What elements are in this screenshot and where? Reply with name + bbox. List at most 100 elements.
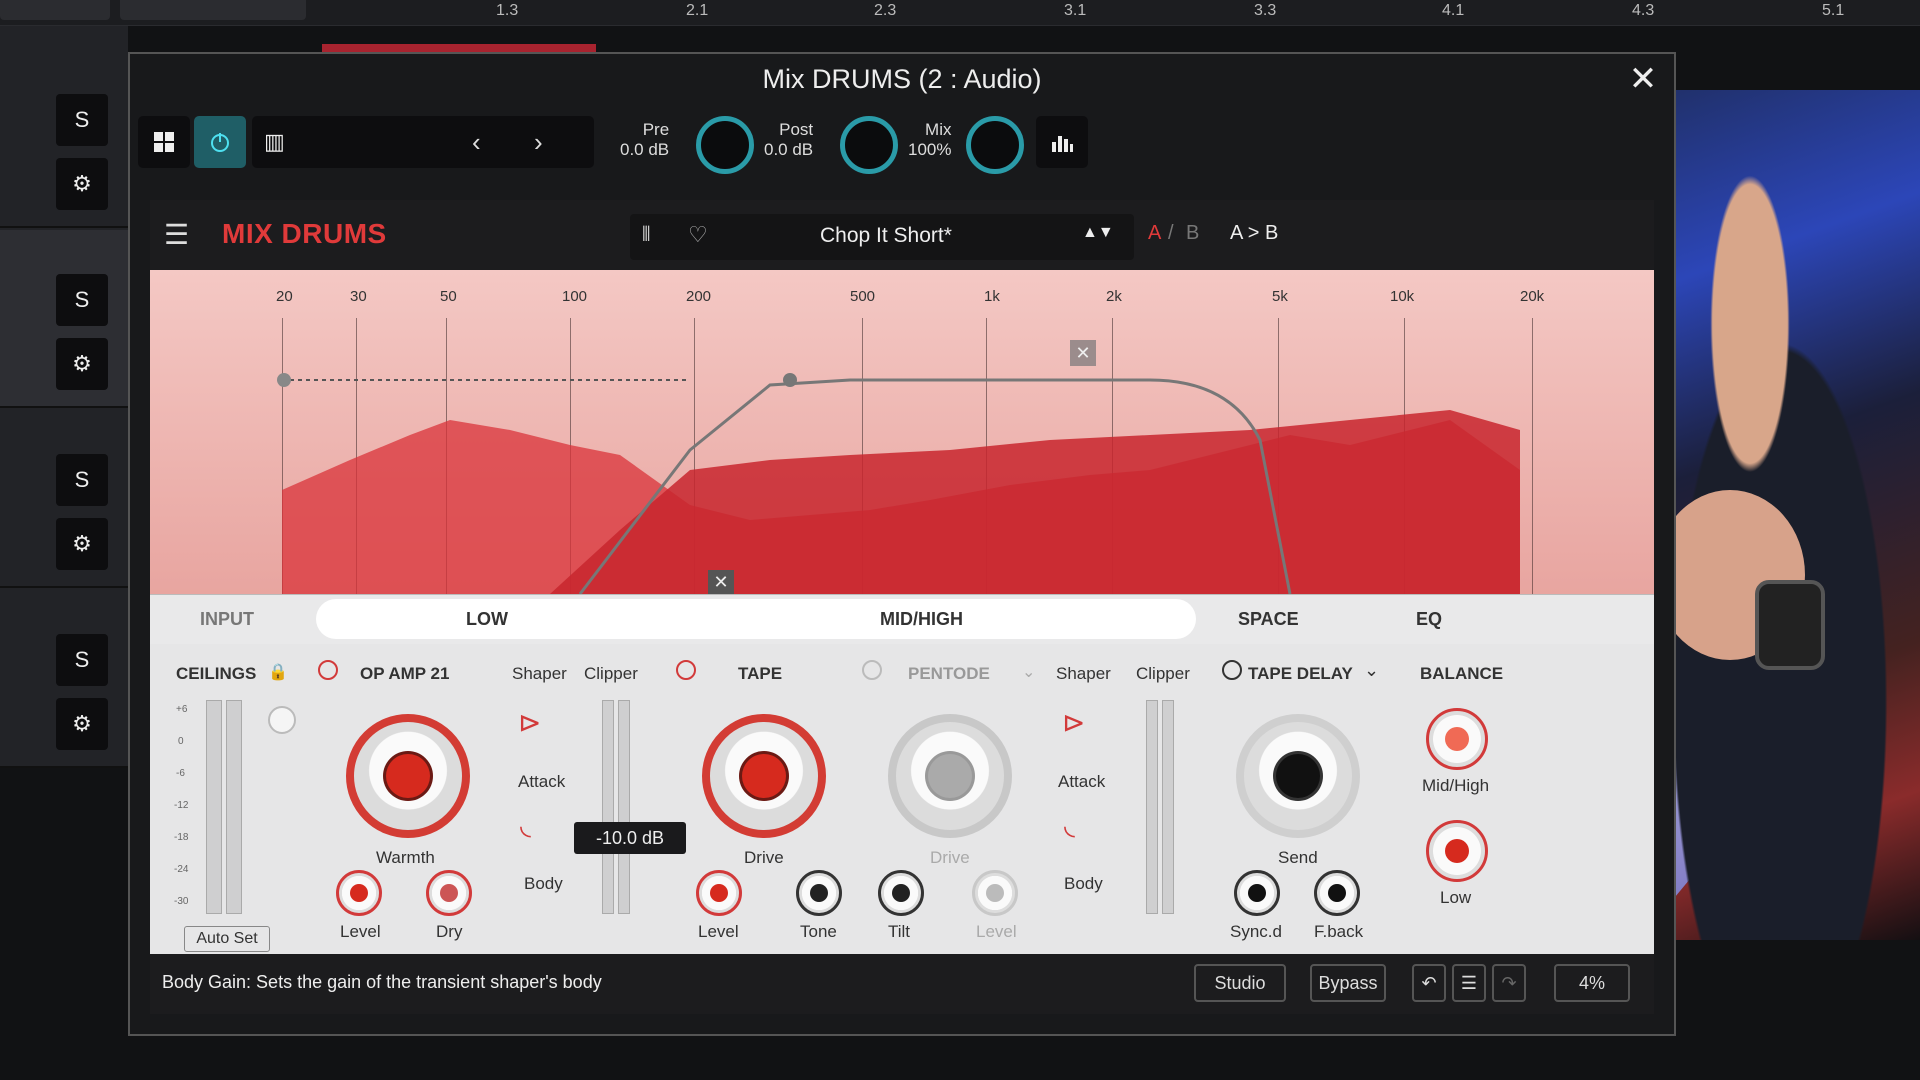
delay-send-knob[interactable] xyxy=(1236,714,1360,838)
studio-button[interactable]: Studio xyxy=(1194,964,1286,1002)
balance-low-knob[interactable] xyxy=(1426,820,1488,882)
solo-button[interactable]: S xyxy=(56,454,108,506)
tape-drive-knob[interactable] xyxy=(702,714,826,838)
filter-node-hp[interactable]: ✕ xyxy=(1070,340,1096,366)
opamp-dry-knob[interactable] xyxy=(426,870,472,916)
tab-low[interactable]: LOW xyxy=(466,609,508,630)
chevron-down-icon[interactable]: ⌄ xyxy=(1364,660,1379,681)
grid-icon[interactable] xyxy=(138,116,190,168)
close-icon[interactable]: ✕ xyxy=(1626,62,1660,96)
auto-set-button[interactable]: Auto Set xyxy=(184,926,270,952)
pentode-attack-label: Attack xyxy=(1058,772,1106,791)
pentode-attack-shaper-icon[interactable]: ⊳ xyxy=(1062,706,1085,739)
gear-icon[interactable]: ⚙ xyxy=(56,518,108,570)
warmth-knob[interactable] xyxy=(346,714,470,838)
tab-space[interactable]: SPACE xyxy=(1238,609,1299,630)
spectrum-display[interactable]: 20 30 50 100 200 500 1k 2k 5k 10k 20k ✕ … xyxy=(150,270,1654,594)
timeline-ruler[interactable]: 1.3 2.1 2.3 3.1 3.3 4.1 4.3 5.1 xyxy=(0,0,1920,26)
bypass-button[interactable]: Bypass xyxy=(1310,964,1386,1002)
plugin-header: ☰ MIX DRUMS ⫴ ♡ Chop It Short* ▲▼ A / B … xyxy=(150,200,1654,270)
opamp-attack-label: Attack xyxy=(518,772,566,791)
solo-button[interactable]: S xyxy=(56,634,108,686)
mix-readout: Mix 100% xyxy=(908,120,951,160)
next-preset-button[interactable]: › xyxy=(534,127,543,158)
track-header[interactable]: S ⚙ xyxy=(0,410,128,588)
solo-button[interactable]: S xyxy=(56,274,108,326)
pentode-body-shaper-icon[interactable]: ◟ xyxy=(1064,808,1075,841)
delay-sync-knob[interactable] xyxy=(1234,870,1280,916)
tape-drive-label: Drive xyxy=(744,848,784,867)
post-gain-knob[interactable] xyxy=(840,116,898,174)
tab-eq[interactable]: EQ xyxy=(1416,609,1442,630)
preset-selector[interactable]: ⫴ ♡ Chop It Short* ▲▼ xyxy=(630,214,1134,260)
tape-power-icon[interactable] xyxy=(676,660,696,680)
pentode-power-icon[interactable] xyxy=(862,660,882,680)
scale-label: -12 xyxy=(174,800,189,811)
solo-button[interactable]: S xyxy=(56,94,108,146)
tab-input[interactable]: INPUT xyxy=(200,609,254,630)
prev-preset-button[interactable]: ‹ xyxy=(472,127,481,158)
ab-slot-b[interactable]: B xyxy=(1186,222,1199,245)
tab-midhigh[interactable]: MID/HIGH xyxy=(880,609,963,630)
gear-icon[interactable]: ⚙ xyxy=(56,338,108,390)
status-bar: Body Gain: Sets the gain of the transien… xyxy=(150,954,1654,1014)
preset-updown-icon[interactable]: ▲▼ xyxy=(1082,224,1114,242)
status-help-text: Body Gain: Sets the gain of the transien… xyxy=(162,972,602,992)
history-list-icon[interactable]: ☰ xyxy=(1452,964,1486,1002)
gear-icon[interactable]: ⚙ xyxy=(56,158,108,210)
zoom-readout[interactable]: 4% xyxy=(1554,964,1630,1002)
input-meter-left xyxy=(206,700,222,914)
tape-level-knob[interactable] xyxy=(696,870,742,916)
post-value: 0.0 dB xyxy=(764,140,814,159)
tape-tilt-knob[interactable] xyxy=(878,870,924,916)
menu-icon[interactable]: ☰ xyxy=(164,218,189,251)
opamp-clipper-meter-right xyxy=(618,700,630,914)
attack-shaper-icon[interactable]: ⊳ xyxy=(518,706,541,739)
ruler-left-control[interactable] xyxy=(0,0,110,20)
pentode-body-label: Body xyxy=(1064,874,1103,893)
power-icon[interactable] xyxy=(194,116,246,168)
ruler-tick: 1.3 xyxy=(496,2,519,19)
ab-copy-button[interactable]: A > B xyxy=(1230,222,1278,245)
chart-icon[interactable] xyxy=(1036,116,1088,168)
mix-knob[interactable] xyxy=(966,116,1024,174)
pentode-drive-knob[interactable] xyxy=(888,714,1012,838)
lock-icon[interactable]: 🔒 xyxy=(268,662,288,682)
preset-name[interactable]: Chop It Short* xyxy=(820,224,952,248)
gear-icon[interactable]: ⚙ xyxy=(56,698,108,750)
redo-icon[interactable]: ↷ xyxy=(1492,964,1526,1002)
ruler-tick: 3.3 xyxy=(1254,2,1277,19)
opamp-level-knob[interactable] xyxy=(336,870,382,916)
spectrum-graph xyxy=(277,373,1520,594)
delay-title[interactable]: TAPE DELAY xyxy=(1248,664,1353,684)
pentode-clipper-meter-left xyxy=(1146,700,1158,914)
input-meter-right xyxy=(226,700,242,914)
library-icon[interactable]: ⫴ xyxy=(642,224,650,247)
track-header[interactable]: S ⚙ xyxy=(0,230,128,408)
body-shaper-icon[interactable]: ◟ xyxy=(520,808,531,841)
piano-icon[interactable]: ▥ xyxy=(264,129,285,155)
track-header[interactable]: S ⚙ xyxy=(0,50,128,228)
balance-midhigh-knob[interactable] xyxy=(1426,708,1488,770)
opamp-power-icon[interactable] xyxy=(318,660,338,680)
pentode-title[interactable]: PENTODE xyxy=(908,664,990,684)
plugin-window[interactable]: Mix DRUMS (2 : Audio) ✕ ▥ ‹ › Pre 0.0 dB … xyxy=(128,52,1676,1036)
delay-feedback-knob[interactable] xyxy=(1314,870,1360,916)
delay-power-icon[interactable] xyxy=(1222,660,1242,680)
undo-icon[interactable]: ↶ xyxy=(1412,964,1446,1002)
snap-control[interactable] xyxy=(120,0,306,20)
heart-icon[interactable]: ♡ xyxy=(688,222,708,248)
pentode-shaper-label: Shaper xyxy=(1056,664,1111,683)
preset-browser[interactable]: ▥ ‹ › xyxy=(252,116,594,168)
ab-slot-a[interactable]: A xyxy=(1148,222,1161,245)
pre-gain-knob[interactable] xyxy=(696,116,754,174)
window-titlebar[interactable]: Mix DRUMS (2 : Audio) ✕ xyxy=(130,54,1674,104)
tape-tilt-label: Tilt xyxy=(888,922,911,941)
filter-node-lp[interactable]: ✕ xyxy=(708,570,734,594)
chevron-down-icon[interactable]: ⌄ xyxy=(1022,662,1035,682)
plugin-ui: ☰ MIX DRUMS ⫴ ♡ Chop It Short* ▲▼ A / B … xyxy=(150,200,1654,1014)
track-header[interactable]: S ⚙ xyxy=(0,590,128,768)
ceiling-slider-handle[interactable] xyxy=(268,706,296,734)
tape-tone-knob[interactable] xyxy=(796,870,842,916)
pentode-level-knob[interactable] xyxy=(972,870,1018,916)
